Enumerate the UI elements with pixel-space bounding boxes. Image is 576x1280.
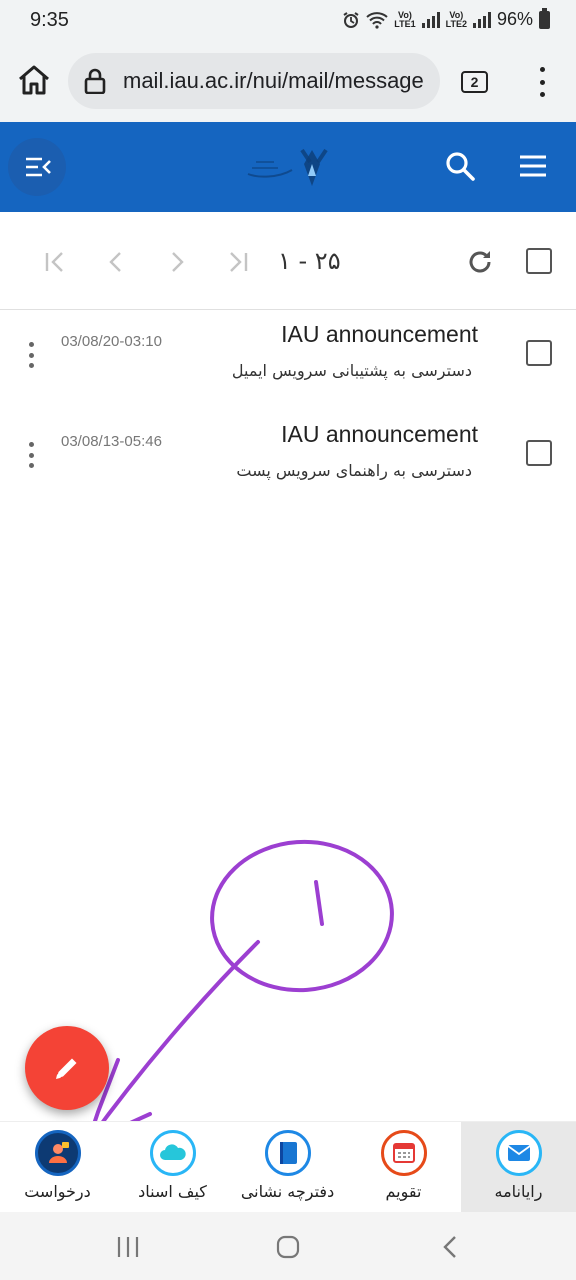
nav-label-mail: رایانامه xyxy=(494,1182,543,1201)
select-all-checkbox[interactable] xyxy=(526,248,552,274)
annotation-arrow xyxy=(86,940,260,1144)
nav-label-calendar: تقویم xyxy=(385,1182,422,1201)
nav-label-address-book: دفترچه نشانی xyxy=(240,1182,335,1201)
pencil-icon xyxy=(56,1058,77,1079)
address-book-icon xyxy=(265,1130,311,1176)
message-subject: IAU announcement xyxy=(281,421,478,447)
message-options-icon[interactable] xyxy=(26,342,36,368)
nav-label-documents: کیف اسناد xyxy=(138,1182,207,1201)
previous-page-icon[interactable] xyxy=(104,250,128,274)
message-preview: دسترسی به پشتیبانی سرویس ایمیل xyxy=(232,361,472,380)
compose-button[interactable] xyxy=(25,1026,109,1110)
nav-item-documents[interactable]: کیف اسناد xyxy=(115,1122,230,1213)
message-row[interactable]: 03/08/20-03:10 IAU announcement دسترسی ب… xyxy=(0,312,576,412)
message-checkbox[interactable] xyxy=(526,440,552,466)
mail-icon xyxy=(496,1130,542,1176)
lock-icon xyxy=(84,68,106,94)
mail-toolbar: ۱ - ۲۵ xyxy=(0,212,576,310)
home-nav-icon[interactable] xyxy=(276,1235,300,1259)
signal-1-icon xyxy=(421,11,440,28)
nav-label-request: درخواست xyxy=(24,1182,91,1201)
bottom-navigation: رایانامه تقویم دفترچه نشانی کیف اسناد در… xyxy=(0,1121,576,1213)
menu-collapse-icon xyxy=(26,157,51,177)
page-range: ۱ - ۲۵ xyxy=(278,247,341,275)
alarm-icon xyxy=(343,11,359,28)
annotation-overlay xyxy=(86,839,394,1144)
nav-item-calendar[interactable]: تقویم xyxy=(346,1122,461,1213)
browser-menu-button[interactable] xyxy=(532,67,552,97)
app-header xyxy=(0,122,576,212)
browser-bar: mail.iau.ac.ir/nui/mail/message 2 xyxy=(0,40,576,122)
battery-percent: 96% xyxy=(496,9,533,29)
message-checkbox[interactable] xyxy=(526,340,552,366)
signal-2-icon xyxy=(472,11,491,28)
hamburger-menu-icon[interactable] xyxy=(519,154,547,178)
url-bar[interactable]: mail.iau.ac.ir/nui/mail/message xyxy=(68,53,440,109)
nav-item-mail[interactable]: رایانامه xyxy=(461,1122,576,1213)
message-preview: دسترسی به راهنمای سرویس پست xyxy=(236,461,472,480)
system-navigation-bar xyxy=(0,1212,576,1280)
request-icon xyxy=(35,1130,81,1176)
sim1-label: Vo) LTE1 xyxy=(394,9,416,29)
sidebar-collapse-button[interactable] xyxy=(8,138,66,196)
cloud-icon xyxy=(150,1130,196,1176)
last-page-icon[interactable] xyxy=(226,250,250,274)
recent-apps-icon[interactable] xyxy=(116,1236,140,1258)
home-button[interactable] xyxy=(16,62,52,98)
url-text: mail.iau.ac.ir/nui/mail/message xyxy=(123,68,424,93)
message-options-icon[interactable] xyxy=(26,442,36,468)
tab-switcher-button[interactable]: 2 xyxy=(461,71,488,93)
status-bar: 9:35 Vo) LTE1 Vo) LTE2 96% xyxy=(0,0,576,40)
search-icon[interactable] xyxy=(444,150,476,182)
refresh-icon[interactable] xyxy=(466,248,494,276)
message-date: 03/08/13-05:46 xyxy=(61,433,162,450)
sim2-label: Vo) LTE2 xyxy=(445,9,467,29)
annotation-circle xyxy=(210,839,394,993)
wifi-icon xyxy=(366,11,388,29)
calendar-icon xyxy=(381,1130,427,1176)
message-subject: IAU announcement xyxy=(281,321,478,347)
first-page-icon[interactable] xyxy=(43,250,67,274)
message-row[interactable]: 03/08/13-05:46 IAU announcement دسترسی ب… xyxy=(0,412,576,512)
nav-item-address-book[interactable]: دفترچه نشانی xyxy=(230,1122,345,1213)
battery-icon xyxy=(539,7,550,29)
home-icon xyxy=(19,65,49,95)
nav-item-request[interactable]: درخواست xyxy=(0,1122,115,1213)
annotation-number xyxy=(314,880,324,926)
message-date: 03/08/20-03:10 xyxy=(61,333,162,350)
status-time: 9:35 xyxy=(30,9,69,31)
status-icons: Vo) LTE1 Vo) LTE2 96% xyxy=(342,7,550,30)
iau-logo xyxy=(247,148,328,186)
next-page-icon[interactable] xyxy=(165,250,189,274)
back-nav-icon[interactable] xyxy=(442,1235,458,1259)
